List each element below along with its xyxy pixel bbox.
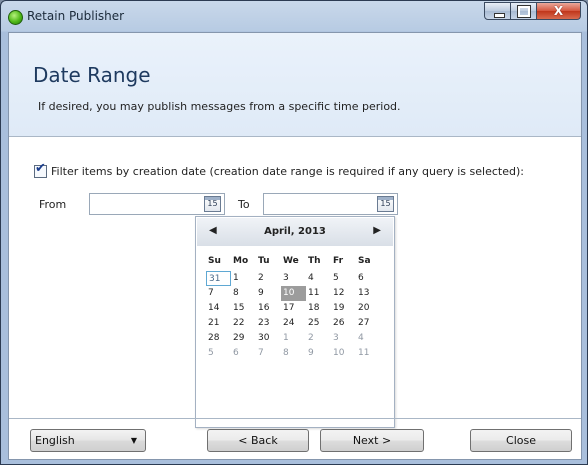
weekday-header: Fr (333, 256, 344, 266)
to-date-field[interactable]: 15 (263, 193, 398, 215)
calendar-day[interactable]: 1 (281, 331, 306, 346)
page-subtitle: If desired, you may publish messages fro… (38, 100, 401, 113)
wizard-header: Date Range If desired, you may publish m… (9, 33, 581, 136)
calendar-day[interactable]: 24 (281, 316, 306, 331)
calendar-day[interactable]: 9 (306, 346, 331, 361)
calendar-week-row: 31 1 2 3 4 5 6 (206, 271, 381, 286)
calendar-day[interactable]: 19 (331, 301, 356, 316)
calendar-week-row: 5 6 7 8 9 10 11 (206, 346, 381, 361)
calendar-day[interactable]: 13 (356, 286, 381, 301)
calendar-day[interactable]: 3 (331, 331, 356, 346)
calendar-day[interactable]: 21 (206, 316, 231, 331)
filter-by-date-row: ✔ Filter items by creation date (creatio… (34, 161, 524, 178)
calendar-day[interactable]: 8 (231, 286, 256, 301)
calendar-day[interactable]: 9 (256, 286, 281, 301)
calendar-day[interactable]: 25 (306, 316, 331, 331)
next-button[interactable]: Next > (320, 429, 424, 452)
calendar-day[interactable]: 7 (256, 346, 281, 361)
next-month-icon[interactable]: ▶ (373, 225, 381, 236)
from-date-field[interactable]: 15 (89, 193, 225, 215)
filter-by-date-checkbox[interactable]: ✔ (34, 161, 47, 178)
calendar-day[interactable]: 6 (356, 271, 381, 286)
window-title: Retain Publisher (27, 9, 125, 23)
filter-by-date-label[interactable]: Filter items by creation date (creation … (51, 165, 524, 178)
app-icon (8, 10, 23, 25)
calendar-day[interactable]: 6 (231, 346, 256, 361)
weekday-header: We (283, 256, 299, 266)
footer-divider (9, 418, 581, 419)
weekday-header: Tu (258, 256, 270, 266)
language-select[interactable]: English ▼ (30, 429, 146, 452)
header-divider (9, 136, 581, 137)
from-label: From (39, 198, 67, 211)
close-button[interactable]: Close (470, 429, 572, 452)
calendar-week-row: 21 22 23 24 25 26 27 (206, 316, 381, 331)
calendar-week-row: 28 29 30 1 2 3 4 (206, 331, 381, 346)
weekday-header: Mo (233, 256, 249, 266)
language-value: English (35, 434, 75, 447)
calendar-day[interactable]: 17 (281, 301, 306, 316)
calendar-day[interactable]: 16 (256, 301, 281, 316)
from-calendar-button[interactable]: 15 (204, 196, 221, 212)
calendar-day[interactable]: 5 (206, 346, 231, 361)
calendar-day[interactable]: 20 (356, 301, 381, 316)
calendar-week-row: 14 15 16 17 18 19 20 (206, 301, 381, 316)
title-bar[interactable]: Retain Publisher X (1, 1, 587, 32)
weekday-header: Su (208, 256, 221, 266)
calendar-day[interactable]: 2 (256, 271, 281, 286)
app-window: Retain Publisher X Date Range If desired… (0, 0, 588, 465)
caption-buttons: X (484, 2, 581, 21)
weekday-header: Th (308, 256, 321, 266)
calendar-day[interactable]: 30 (256, 331, 281, 346)
calendar-day[interactable]: 1 (231, 271, 256, 286)
close-window-button[interactable]: X (537, 2, 581, 20)
to-calendar-button[interactable]: 15 (377, 196, 394, 212)
minimize-button[interactable] (484, 2, 511, 20)
calendar-header: ◀ April, 2013 ▶ (197, 218, 393, 246)
checkmark-icon: ✔ (35, 161, 46, 176)
calendar-day[interactable]: 2 (306, 331, 331, 346)
calendar-day[interactable]: 10 (281, 286, 306, 301)
calendar-day[interactable]: 23 (256, 316, 281, 331)
calendar-day[interactable]: 10 (331, 346, 356, 361)
maximize-button[interactable] (511, 2, 537, 20)
close-icon: X (553, 4, 564, 18)
calendar-day[interactable]: 11 (306, 286, 331, 301)
calendar-day[interactable]: 5 (331, 271, 356, 286)
calendar-day[interactable]: 8 (281, 346, 306, 361)
calendar-day[interactable]: 3 (281, 271, 306, 286)
calendar-day[interactable]: 14 (206, 301, 231, 316)
calendar-day[interactable]: 31 (206, 271, 231, 286)
dropdown-arrow-icon: ▼ (130, 436, 137, 445)
calendar-month-label[interactable]: April, 2013 (197, 226, 393, 237)
calendar-grid: Su Mo Tu We Th Fr Sa 31 1 2 3 4 5 6 7 8 9 10 11 12 13 14 15 16 1… (206, 254, 381, 361)
calendar-day[interactable]: 12 (331, 286, 356, 301)
calendar-week-row: 7 8 9 10 11 12 13 (206, 286, 381, 301)
calendar-day[interactable]: 22 (231, 316, 256, 331)
calendar-day[interactable]: 29 (231, 331, 256, 346)
wizard-panel: Date Range If desired, you may publish m… (8, 32, 582, 460)
calendar-day[interactable]: 26 (331, 316, 356, 331)
calendar-day[interactable]: 4 (356, 331, 381, 346)
minimize-icon (485, 3, 510, 19)
calendar-day[interactable]: 15 (231, 301, 256, 316)
calendar-day[interactable]: 7 (206, 286, 231, 301)
page-title: Date Range (33, 63, 151, 87)
maximize-icon (511, 3, 536, 19)
calendar-weekday-row: Su Mo Tu We Th Fr Sa (206, 254, 381, 271)
calendar-day[interactable]: 27 (356, 316, 381, 331)
calendar-popup: ◀ April, 2013 ▶ Su Mo Tu We Th Fr Sa 31 1 2 3 4 5 6 7 8… (195, 216, 395, 428)
calendar-day[interactable]: 18 (306, 301, 331, 316)
calendar-day[interactable]: 28 (206, 331, 231, 346)
calendar-day[interactable]: 11 (356, 346, 381, 361)
to-label: To (238, 198, 250, 211)
back-button[interactable]: < Back (207, 429, 309, 452)
weekday-header: Sa (358, 256, 371, 266)
calendar-day[interactable]: 4 (306, 271, 331, 286)
